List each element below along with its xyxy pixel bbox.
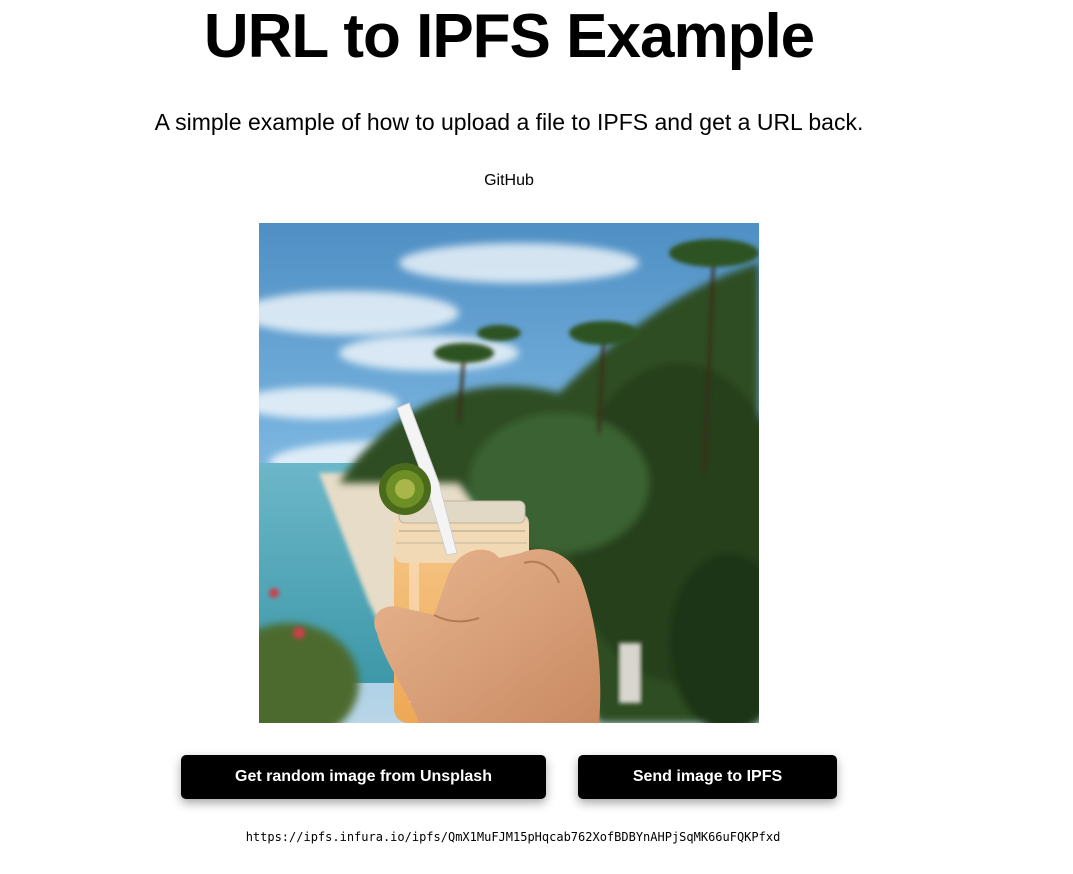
page: URL to IPFS Example A simple example of …	[0, 0, 1073, 874]
send-to-ipfs-button[interactable]: Send image to IPFS	[578, 755, 837, 799]
beach-drink-photo	[259, 223, 759, 723]
ipfs-result-url: https://ipfs.infura.io/ipfs/QmX1MuFJM15p…	[245, 830, 781, 844]
github-link[interactable]: GitHub	[0, 171, 1018, 191]
get-random-image-button[interactable]: Get random image from Unsplash	[181, 755, 546, 799]
page-title: URL to IPFS Example	[203, 2, 815, 71]
page-subtitle: A simple example of how to upload a file…	[154, 109, 864, 135]
preview-image	[259, 223, 759, 723]
